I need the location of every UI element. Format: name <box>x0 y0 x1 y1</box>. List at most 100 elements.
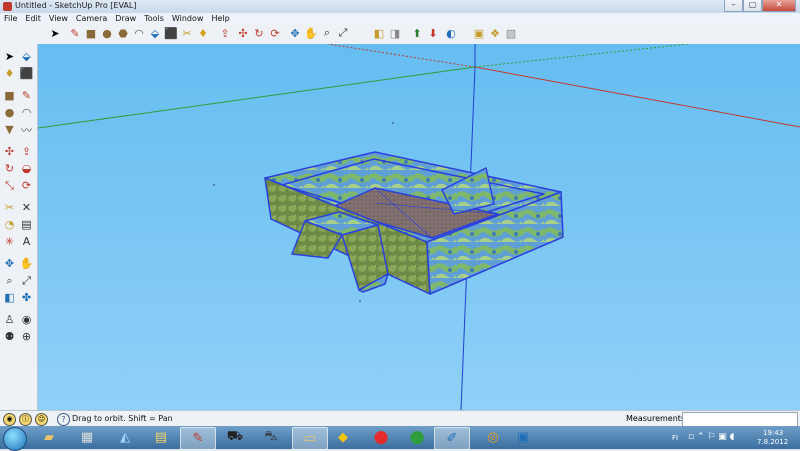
start-button[interactable] <box>3 427 27 451</box>
app-icon-yellow[interactable]: ◆ <box>334 429 352 446</box>
share-model-icon[interactable]: ⬇ <box>426 26 440 40</box>
notes-icon[interactable]: ▤ <box>152 429 170 446</box>
menu-edit[interactable]: Edit <box>21 13 45 24</box>
previous-view-icon[interactable]: ◧ <box>372 26 386 40</box>
polygon-tool-icon[interactable]: ⬣ <box>116 26 130 40</box>
window-controls: – ▢ ✕ <box>724 0 796 12</box>
protractor-tool-icon[interactable]: ◔ <box>2 217 17 232</box>
menu-tools[interactable]: Tools <box>140 13 168 24</box>
measurements-field[interactable] <box>682 412 798 427</box>
3d-text-icon[interactable]: A <box>19 234 34 249</box>
menu-window[interactable]: Window <box>168 13 208 24</box>
orbit-tool-icon[interactable]: ✥ <box>2 256 17 271</box>
paint-bucket-icon[interactable]: ♦ <box>196 26 210 40</box>
move-tool-icon[interactable]: ✣ <box>236 26 250 40</box>
minimize-button[interactable]: – <box>724 0 743 12</box>
maximize-button[interactable]: ▢ <box>743 0 762 12</box>
dimension-tool-icon[interactable]: ✕ <box>19 200 34 215</box>
vehicle-icon[interactable]: ⛍ <box>262 429 280 446</box>
opera-icon[interactable]: ⬤ <box>372 429 390 446</box>
status-hint: Drag to orbit. Shift = Pan <box>72 414 173 423</box>
select-tool-icon[interactable]: ➤ <box>2 49 17 64</box>
select-tool-icon[interactable]: ➤ <box>48 26 62 40</box>
section-plane-icon[interactable]: ⊕ <box>19 329 34 344</box>
terminal-icon[interactable]: ▣ <box>514 429 532 446</box>
eraser-tool-icon[interactable]: ⬛ <box>19 66 34 81</box>
files-icon[interactable]: ◭ <box>116 429 134 446</box>
calculator-icon[interactable]: ▦ <box>78 429 96 446</box>
make-component-icon[interactable]: ⬙ <box>19 49 34 64</box>
axes-tool-icon[interactable]: ✳ <box>2 234 17 249</box>
zoom-extents-icon[interactable]: ✤ <box>19 290 34 305</box>
circle-tool-icon[interactable]: ● <box>2 105 17 120</box>
layout-icon[interactable]: ▧ <box>504 26 518 40</box>
line-tool-icon[interactable]: ✎ <box>19 88 34 103</box>
pan-tool-icon[interactable]: ✋ <box>304 26 318 40</box>
extension-icon[interactable]: ❖ <box>488 26 502 40</box>
line-tool-icon[interactable]: ✎ <box>68 26 82 40</box>
arc-tool-icon[interactable]: ◠ <box>132 26 146 40</box>
pan-tool-icon[interactable]: ✋ <box>19 256 34 271</box>
menu-file[interactable]: File <box>0 13 21 24</box>
close-button[interactable]: ✕ <box>762 0 796 12</box>
polygon-tool-icon[interactable]: ▼ <box>2 122 17 137</box>
explorer-icon[interactable]: ▰ <box>40 429 58 446</box>
next-view-icon[interactable]: ◨ <box>388 26 402 40</box>
tape-measure-icon[interactable]: ✂ <box>180 26 194 40</box>
zoom-tool-icon[interactable]: ⌕ <box>320 26 334 40</box>
title-bar: Untitled - SketchUp Pro [EVAL] – ▢ ✕ <box>0 0 800 14</box>
tray-time[interactable]: 19:43 <box>763 429 783 437</box>
status-bar: ◉ ⓘ ☺ ? Drag to orbit. Shift = Pan Measu… <box>0 410 800 427</box>
follow-me-icon[interactable]: ◒ <box>19 161 34 176</box>
sketchup-taskbar-icon[interactable]: ✎ <box>180 427 216 450</box>
zoom-window-icon[interactable]: ⤢ <box>19 273 34 288</box>
get-models-icon[interactable]: ⬆ <box>410 26 424 40</box>
menu-camera[interactable]: Camera <box>72 13 111 24</box>
position-camera-icon[interactable]: ♙ <box>2 312 17 327</box>
previous-view-icon[interactable]: ◧ <box>2 290 17 305</box>
freehand-tool-icon[interactable]: 〰 <box>19 122 34 137</box>
menu-view[interactable]: View <box>45 13 72 24</box>
rectangle-tool-icon[interactable]: ■ <box>2 88 17 103</box>
menu-draw[interactable]: Draw <box>111 13 140 24</box>
component-icon[interactable]: ▣ <box>472 26 486 40</box>
look-around-icon[interactable]: ◉ <box>19 312 34 327</box>
google-earth-icon[interactable]: ◐ <box>444 26 458 40</box>
blender-icon[interactable]: ◎ <box>484 429 502 446</box>
user-icon[interactable]: ☺ <box>35 413 48 426</box>
paint-taskbar-icon[interactable]: ✐ <box>434 427 470 450</box>
text-tool-icon[interactable]: ▤ <box>19 217 34 232</box>
circle-tool-icon[interactable]: ● <box>100 26 114 40</box>
move-tool-icon[interactable]: ✣ <box>2 144 17 159</box>
paint-bucket-icon[interactable]: ♦ <box>2 66 17 81</box>
offset-tool-icon[interactable]: ⟳ <box>268 26 282 40</box>
tray-model[interactable] <box>264 151 564 295</box>
menu-help[interactable]: Help <box>207 13 233 24</box>
tray-language[interactable]: FI <box>672 434 678 442</box>
zoom-extents-icon[interactable]: ⤢ <box>336 26 350 40</box>
offset-tool-icon[interactable]: ⟳ <box>19 178 34 193</box>
arc-tool-icon[interactable]: ◠ <box>19 105 34 120</box>
folder-taskbar-icon[interactable]: ▭ <box>292 427 328 450</box>
green-app-icon[interactable]: ⬤ <box>408 429 426 446</box>
make-component-icon[interactable]: ⬙ <box>148 26 162 40</box>
tape-measure-icon[interactable]: ✂ <box>2 200 17 215</box>
modeling-viewport[interactable] <box>38 44 800 410</box>
tray-icons[interactable]: ▫ ⌃ ⚐ ▣ ◖ <box>688 432 734 442</box>
geo-location-icon[interactable]: ◉ <box>3 413 16 426</box>
zoom-tool-icon[interactable]: ⌕ <box>2 273 17 288</box>
orbit-tool-icon[interactable]: ✥ <box>288 26 302 40</box>
eraser-tool-icon[interactable]: ⬛ <box>164 26 178 40</box>
tray-date[interactable]: 7.8.2012 <box>757 438 788 446</box>
help-icon[interactable]: ? <box>57 413 70 426</box>
rotate-tool-icon[interactable]: ↻ <box>252 26 266 40</box>
tractor-icon[interactable]: ⛟ <box>226 429 244 446</box>
rotate-tool-icon[interactable]: ↻ <box>2 161 17 176</box>
scale-tool-icon[interactable]: ⤡ <box>2 178 17 193</box>
walk-tool-icon[interactable]: ⚉ <box>2 329 17 344</box>
rectangle-tool-icon[interactable]: ■ <box>84 26 98 40</box>
red-axis-dashed <box>327 44 476 68</box>
push-pull-icon[interactable]: ⇪ <box>218 26 232 40</box>
credits-icon[interactable]: ⓘ <box>19 413 32 426</box>
push-pull-icon[interactable]: ⇪ <box>19 144 34 159</box>
